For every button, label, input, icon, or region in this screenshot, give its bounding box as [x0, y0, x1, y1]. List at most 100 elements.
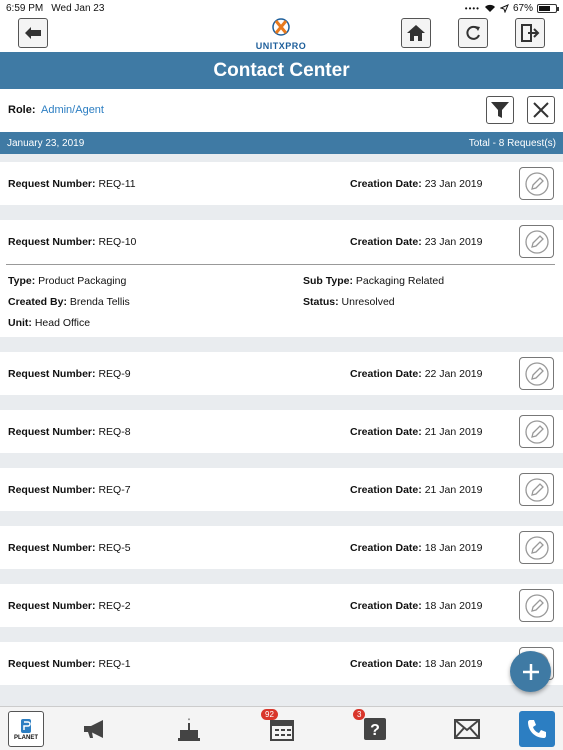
creation-date-label: Creation Date:	[350, 542, 422, 554]
refresh-button[interactable]	[458, 18, 488, 48]
location-icon	[499, 3, 509, 13]
request-row[interactable]: Request Number: REQ-8 Creation Date: 21 …	[0, 410, 563, 453]
status-date: Wed Jan 23	[51, 2, 105, 14]
created-by-value: Brenda Tellis	[69, 296, 130, 308]
logo-mark-icon	[272, 18, 290, 36]
creation-date-label: Creation Date:	[350, 426, 422, 438]
nav-announcements[interactable]	[77, 711, 113, 747]
request-number: REQ-2	[98, 600, 131, 612]
envelope-icon	[454, 719, 480, 739]
role-bar: Role: Admin/Agent	[0, 89, 563, 132]
creation-date-label: Creation Date:	[350, 178, 422, 190]
battery-percent: 67%	[512, 2, 533, 14]
edit-button[interactable]	[519, 589, 554, 622]
nav-calendar[interactable]: 92	[261, 709, 300, 747]
request-number: REQ-7	[98, 484, 131, 496]
request-row-expanded[interactable]: Request Number: REQ-10 Creation Date: 23…	[0, 220, 563, 337]
back-button[interactable]	[18, 18, 48, 48]
request-row[interactable]: Request Number: REQ-5 Creation Date: 18 …	[0, 526, 563, 569]
brand-name: UNITXPRO	[255, 41, 307, 51]
creation-date-label: Creation Date:	[350, 368, 422, 380]
request-number-label: Request Number:	[8, 178, 96, 190]
request-number: REQ-1	[98, 658, 131, 670]
add-request-button[interactable]	[510, 651, 551, 692]
birthday-cake-icon	[178, 718, 200, 741]
creation-date-label: Creation Date:	[350, 658, 422, 670]
edit-button[interactable]	[519, 167, 554, 200]
unitxpro-logo: UNITXPRO	[246, 18, 316, 51]
role-value[interactable]: Admin/Agent	[41, 104, 104, 116]
nav-messages[interactable]	[449, 711, 485, 747]
edit-button[interactable]	[519, 473, 554, 506]
planet-label: PLANET	[14, 735, 38, 741]
creation-date: 23 Jan 2019	[424, 178, 483, 190]
clear-filter-button[interactable]	[527, 96, 555, 124]
battery-icon	[537, 3, 559, 13]
date-bar: January 23, 2019 Total - 8 Request(s)	[0, 132, 563, 154]
edit-button[interactable]	[519, 357, 554, 390]
request-number: REQ-9	[98, 368, 131, 380]
request-total: Total - 8 Request(s)	[468, 137, 556, 149]
nav-celebrations[interactable]	[171, 711, 207, 747]
request-number: REQ-11	[98, 178, 136, 190]
edit-button[interactable]	[519, 415, 554, 448]
home-button[interactable]	[401, 18, 431, 48]
calendar-badge: 92	[261, 709, 278, 720]
role-label: Role:	[8, 104, 36, 116]
megaphone-icon	[84, 720, 103, 738]
request-row[interactable]: Request Number: REQ-9 Creation Date: 22 …	[0, 352, 563, 395]
phone-icon	[528, 720, 546, 738]
request-number-label: Request Number:	[8, 426, 96, 438]
pencil-icon	[524, 361, 549, 386]
unit-value: Head Office	[34, 317, 91, 329]
pencil-icon	[524, 593, 549, 618]
filter-button[interactable]	[486, 96, 514, 124]
filter-icon	[491, 102, 509, 118]
nav-planet[interactable]: PLANET	[8, 711, 44, 747]
home-icon	[407, 25, 425, 41]
request-number-label: Request Number:	[8, 484, 96, 496]
edit-button[interactable]	[519, 531, 554, 564]
logout-button[interactable]	[515, 18, 545, 48]
request-number: REQ-8	[98, 426, 131, 438]
pencil-icon	[524, 229, 549, 254]
creation-date: 18 Jan 2019	[424, 542, 483, 554]
type-label: Type:	[8, 275, 36, 287]
nav-help[interactable]: ? 3	[353, 709, 393, 747]
request-number-label: Request Number:	[8, 368, 96, 380]
creation-date-label: Creation Date:	[350, 600, 422, 612]
edit-button[interactable]	[519, 225, 554, 258]
request-row[interactable]: Request Number: REQ-1 Creation Date: 18 …	[0, 642, 563, 685]
request-number: REQ-10	[98, 236, 137, 248]
created-by-label: Created By:	[8, 296, 67, 308]
nav-contact-center[interactable]	[519, 711, 555, 747]
pencil-icon	[524, 535, 549, 560]
sub-type-value: Packaging Related	[355, 275, 445, 287]
creation-date-label: Creation Date:	[350, 484, 422, 496]
request-row[interactable]: Request Number: REQ-11 Creation Date: 23…	[0, 162, 563, 205]
request-number-label: Request Number:	[8, 542, 96, 554]
status-time: 6:59 PM	[6, 2, 44, 14]
creation-date: 21 Jan 2019	[424, 426, 483, 438]
wifi-icon	[484, 4, 495, 12]
arrow-left-icon	[25, 27, 41, 39]
pencil-icon	[524, 477, 549, 502]
request-row[interactable]: Request Number: REQ-7 Creation Date: 21 …	[0, 468, 563, 511]
plus-icon	[522, 663, 539, 680]
creation-date: 18 Jan 2019	[424, 658, 483, 670]
logout-icon	[521, 24, 540, 42]
status-bar: 6:59 PM Wed Jan 23 •••• 67%	[0, 0, 563, 16]
sub-type-label: Sub Type:	[303, 275, 353, 287]
request-row[interactable]: Request Number: REQ-2 Creation Date: 18 …	[0, 584, 563, 627]
creation-date-label: Creation Date:	[350, 236, 422, 248]
status-value: Unresolved	[341, 296, 395, 308]
pencil-icon	[524, 171, 549, 196]
divider	[6, 264, 555, 265]
request-number-label: Request Number:	[8, 236, 96, 248]
help-icon: ?	[364, 718, 386, 740]
unit-label: Unit:	[8, 317, 32, 329]
page-title: Contact Center	[0, 52, 563, 89]
close-icon	[533, 102, 549, 118]
request-number-label: Request Number:	[8, 658, 96, 670]
top-bar: UNITXPRO	[0, 16, 563, 52]
